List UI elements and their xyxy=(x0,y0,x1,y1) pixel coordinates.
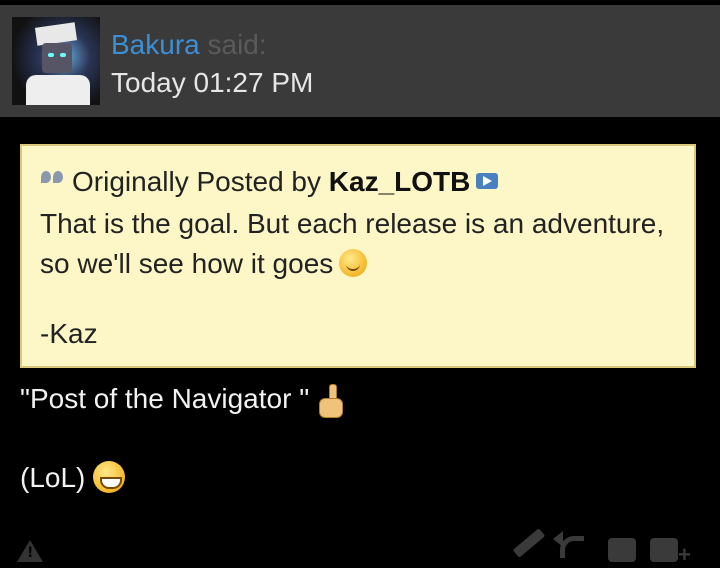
multiquote-icon[interactable] xyxy=(650,538,691,568)
post-action-bar xyxy=(0,528,720,568)
edit-icon[interactable] xyxy=(512,528,546,558)
smile-emoji xyxy=(339,249,368,277)
message-line: (LoL) xyxy=(20,461,126,494)
avatar-eye xyxy=(60,53,66,57)
message-text-2: (LoL) xyxy=(20,462,86,493)
quote-reply-icon[interactable] xyxy=(608,538,636,562)
message-line: "Post of the Navigator " xyxy=(20,383,344,418)
message-text-1: "Post of the Navigator " xyxy=(20,383,310,414)
avatar-face xyxy=(42,43,72,73)
view-post-icon[interactable] xyxy=(476,173,499,189)
finger-fist xyxy=(319,398,344,418)
quote-author: Kaz_LOTB xyxy=(328,166,471,197)
author-name-link[interactable]: Bakura xyxy=(111,29,200,60)
pointing-up-emoji xyxy=(317,384,344,418)
post-timestamp: Today 01:27 PM xyxy=(111,67,314,98)
avatar-coat xyxy=(26,75,90,105)
grin-emoji xyxy=(93,461,126,493)
quote-signature: -Kaz xyxy=(40,318,98,349)
report-icon[interactable] xyxy=(17,540,43,562)
user-avatar[interactable] xyxy=(12,17,100,105)
quote-prefix: Originally Posted by xyxy=(72,166,322,197)
quote-block: Originally Posted by Kaz_LOTB That is th… xyxy=(20,144,696,368)
quote-header: Originally Posted by Kaz_LOTB xyxy=(40,166,499,198)
post-author-line: Bakura said: xyxy=(111,29,267,61)
quote-marks-icon xyxy=(40,169,66,187)
said-label: said: xyxy=(207,29,267,60)
reply-icon[interactable] xyxy=(553,531,584,558)
avatar-eye xyxy=(48,53,54,57)
post-header: Bakura said: Today 01:27 PM xyxy=(0,5,720,117)
quote-text-block: That is the goal. But each release is an… xyxy=(40,204,680,284)
